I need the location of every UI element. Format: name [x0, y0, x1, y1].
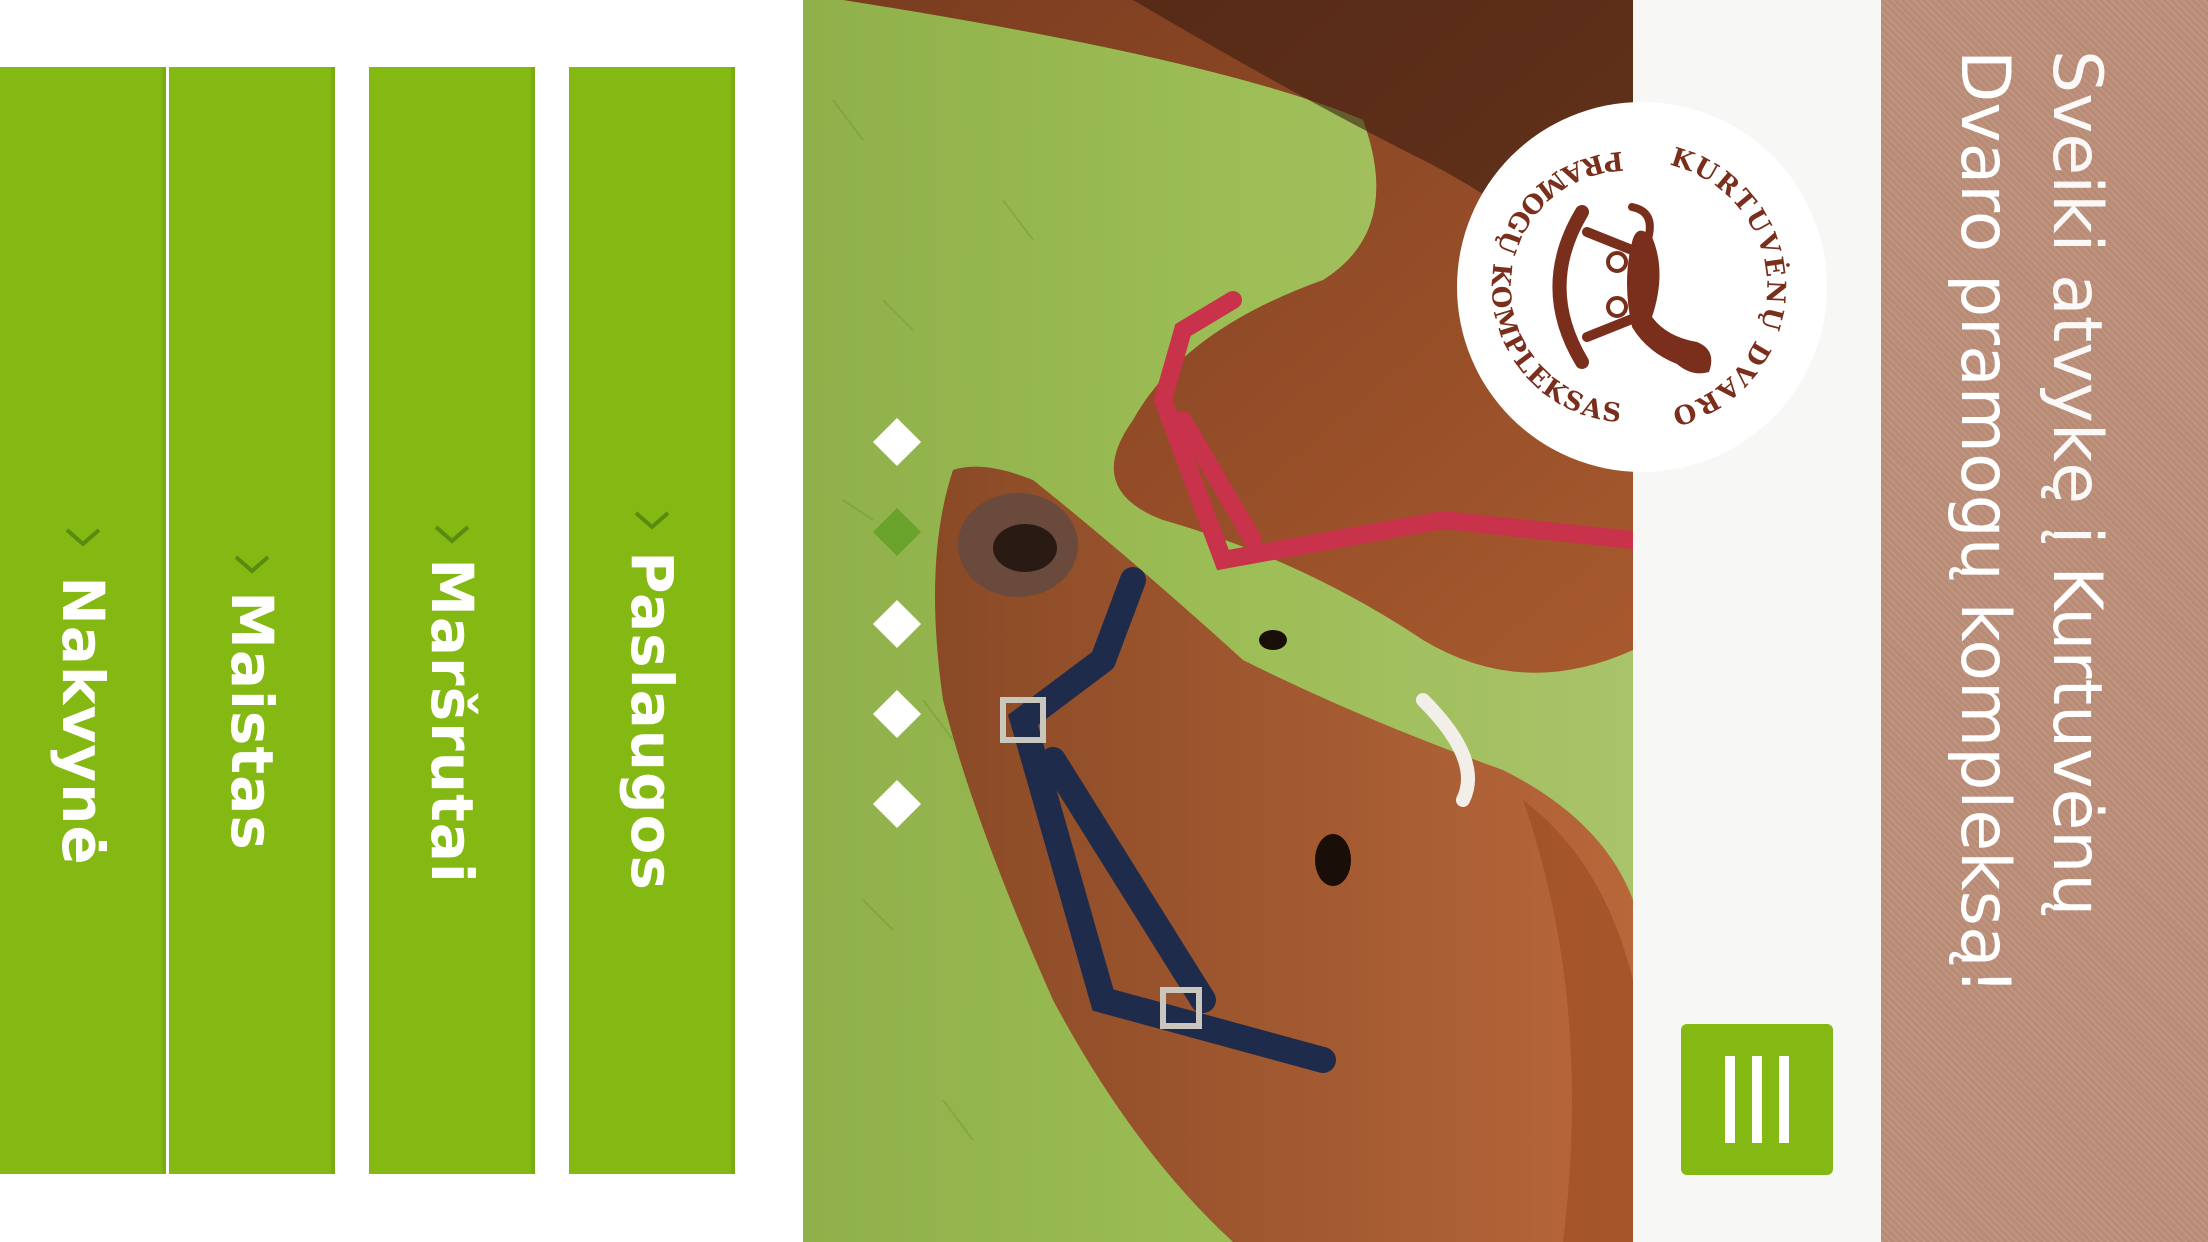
- site-logo[interactable]: KURTUVĖNŲ DVARO PRAMOGŲ KOMPLEKSAS: [1457, 102, 1827, 472]
- nav-tile-marsrutai[interactable]: Maršrutai: [369, 67, 535, 1174]
- nav-label-maistas: Maistas: [218, 591, 286, 851]
- nav-label-nakvyne: Nakvynė: [49, 576, 117, 866]
- welcome-line-1-strong: Kurtuvėnų: [2037, 566, 2116, 917]
- nav-label-marsrutai: Maršrutai: [418, 558, 486, 884]
- svg-text:KURTUVĖNŲ DVARO: KURTUVĖNŲ DVARO: [1667, 143, 1792, 432]
- nav-label-paslaugos: Paslaugos: [618, 551, 686, 891]
- welcome-line-1-thin: Sveiki atvykę į: [2037, 50, 2116, 567]
- menu-button[interactable]: [1681, 1024, 1833, 1175]
- chevron-down-icon: [634, 511, 670, 530]
- rocking-horse-logo-icon: KURTUVĖNŲ DVARO PRAMOGŲ KOMPLEKSAS: [1484, 143, 1792, 432]
- nav-tile-nakvyne[interactable]: Nakvynė: [0, 67, 166, 1174]
- welcome-heading: Sveiki atvykę į Kurtuvėnų Dvaro pramogų …: [1938, 50, 2122, 1190]
- welcome-line-2: Dvaro pramogų kompleksą!: [1945, 50, 2024, 995]
- welcome-line-1: Sveiki atvykę į Kurtuvėnų: [2030, 50, 2122, 1190]
- chevron-down-icon: [234, 555, 270, 574]
- nav-tile-paslaugos[interactable]: Paslaugos: [569, 67, 735, 1174]
- logo-text-top: KURTUVĖNŲ DVARO: [1667, 143, 1792, 432]
- nav-tile-maistas[interactable]: Maistas: [169, 67, 335, 1174]
- chevron-down-icon: [65, 528, 101, 547]
- chevron-down-icon: [434, 525, 470, 544]
